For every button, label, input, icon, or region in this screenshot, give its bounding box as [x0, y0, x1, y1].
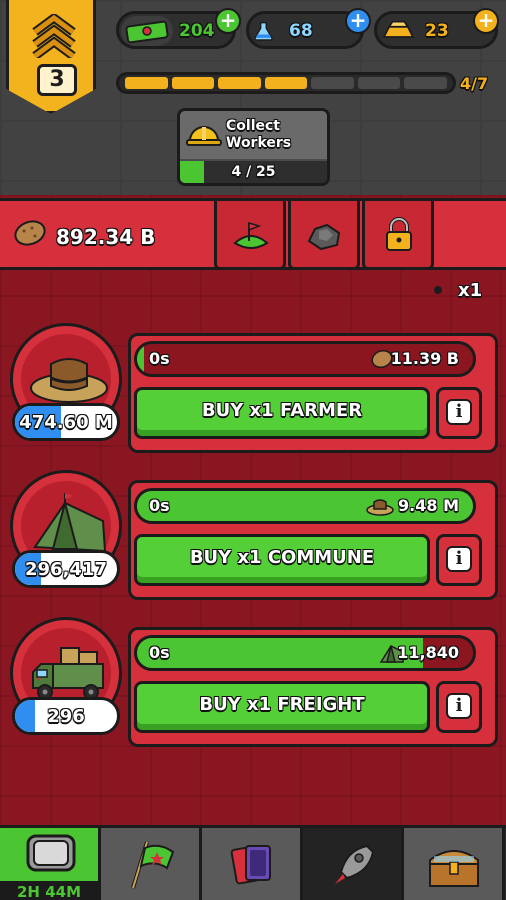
potato-total: 892.34 B — [56, 225, 156, 249]
collect-label-line1: Collect — [226, 118, 280, 134]
farmer-timer-fill — [137, 344, 144, 374]
gold-value: 23 — [425, 21, 449, 41]
collect-progress-bar: 4 / 25 — [180, 161, 327, 183]
flag-icon — [131, 841, 175, 889]
nav-tab-chest[interactable] — [404, 828, 505, 900]
rank-chevron-icon — [32, 14, 76, 58]
info-icon: i — [446, 546, 472, 572]
buy-freight-button[interactable]: BUY x1 FREIGHT — [134, 681, 430, 733]
info-icon: i — [446, 693, 472, 719]
rank-number: 3 — [37, 64, 77, 96]
freight-yield: 11,840 — [397, 643, 459, 662]
nav-tab-cards[interactable] — [202, 828, 303, 900]
science-counter[interactable]: 68 + — [246, 8, 371, 49]
producer-freight: 0s 11,840 296 BUY x1 FREIGHT i — [0, 617, 506, 747]
tv-icon — [26, 834, 76, 872]
farm-land-icon — [233, 221, 269, 249]
buy-commune-button[interactable]: BUY x1 COMMUNE — [134, 534, 430, 586]
potato-icon — [14, 220, 46, 246]
straw-hat-icon — [366, 499, 394, 516]
tag-hole-icon — [434, 286, 442, 294]
bottom-nav: 2H 44M — [0, 825, 506, 900]
resource-row: 892.34 B — [0, 198, 506, 270]
collect-workers-button[interactable]: Collect Workers 4 / 25 — [177, 108, 330, 186]
freight-info-button[interactable]: i — [436, 681, 482, 733]
commune-yield: 9.48 M — [398, 496, 459, 515]
gold-counter[interactable]: 23 + — [374, 8, 499, 49]
production-panel: 892.34 B x1 0s 11.39 B 474.60 M BUY x1 F… — [0, 195, 506, 825]
commune-timer-time: 0s — [149, 496, 170, 515]
collect-count: 4 / 25 — [231, 164, 276, 180]
rocket-icon — [335, 844, 375, 884]
hard-hat-icon — [186, 126, 222, 146]
rank-progress-bar — [116, 72, 456, 94]
farmer-owned-value: 474.60 M — [19, 412, 113, 433]
rank-badge[interactable]: 3 — [6, 0, 96, 114]
add-cash-button[interactable]: + — [215, 8, 241, 34]
add-gold-button[interactable]: + — [473, 8, 499, 34]
multiplier-label: x1 — [458, 280, 483, 301]
farmer-timer-bar: 0s 11.39 B — [134, 341, 476, 377]
progress-segment — [171, 77, 215, 89]
producer-commune: 0s 9.48 M 296,417 BUY x1 COMMUNE i — [0, 470, 506, 600]
add-science-button[interactable]: + — [345, 8, 371, 34]
nav-tab-conquest[interactable] — [101, 828, 202, 900]
buy-farmer-button[interactable]: BUY x1 FARMER — [134, 387, 430, 439]
freight-timer-bar: 0s 11,840 — [134, 635, 476, 671]
rank-progress-label: 4/7 — [460, 74, 489, 93]
farmer-owned-count: 474.60 M — [12, 403, 120, 441]
producer-farmer: 0s 11.39 B 474.60 M BUY x1 FARMER i — [0, 323, 506, 453]
nav-tab-space[interactable] — [303, 828, 404, 900]
tab-locked[interactable] — [362, 198, 434, 270]
freight-owned-value: 296 — [47, 706, 85, 727]
gold-bar-icon — [382, 20, 415, 38]
green-banknote-icon — [121, 16, 173, 46]
progress-segment — [404, 77, 448, 89]
progress-segment — [125, 77, 168, 89]
tab-farm-land[interactable] — [214, 198, 286, 270]
commune-owned-value: 296,417 — [25, 559, 107, 580]
collect-label-line2: Workers — [226, 135, 292, 151]
progress-segment — [264, 77, 308, 89]
progress-segment — [218, 77, 261, 89]
farmer-yield: 11.39 B — [390, 349, 459, 368]
farmer-timer-time: 0s — [149, 349, 170, 368]
cards-icon — [230, 845, 271, 885]
top-bar: 3 204 + 68 + 23 + 4/7 Collect Workers 4 … — [0, 0, 506, 195]
commune-info-button[interactable]: i — [436, 534, 482, 586]
tab-ore[interactable] — [288, 198, 360, 270]
progress-segment — [357, 77, 401, 89]
cash-counter[interactable]: 204 + — [116, 8, 241, 49]
ore-icon — [307, 223, 341, 251]
farmer-info-button[interactable]: i — [436, 387, 482, 439]
freight-owned-count: 296 — [12, 697, 120, 735]
cash-value: 204 — [179, 21, 215, 41]
info-icon: i — [446, 399, 472, 425]
flask-icon — [254, 22, 273, 41]
treasure-chest-icon — [429, 850, 479, 887]
commune-timer-bar: 0s 9.48 M — [134, 488, 476, 524]
progress-segment — [311, 77, 354, 89]
ad-timer: 2H 44M — [0, 881, 98, 900]
commune-owned-count: 296,417 — [12, 550, 120, 588]
lock-icon — [386, 217, 412, 251]
science-value: 68 — [289, 21, 313, 41]
freight-timer-time: 0s — [149, 643, 170, 662]
multiplier-toggle[interactable]: x1 — [418, 271, 500, 313]
nav-tab-ads[interactable]: 2H 44M — [0, 828, 101, 900]
